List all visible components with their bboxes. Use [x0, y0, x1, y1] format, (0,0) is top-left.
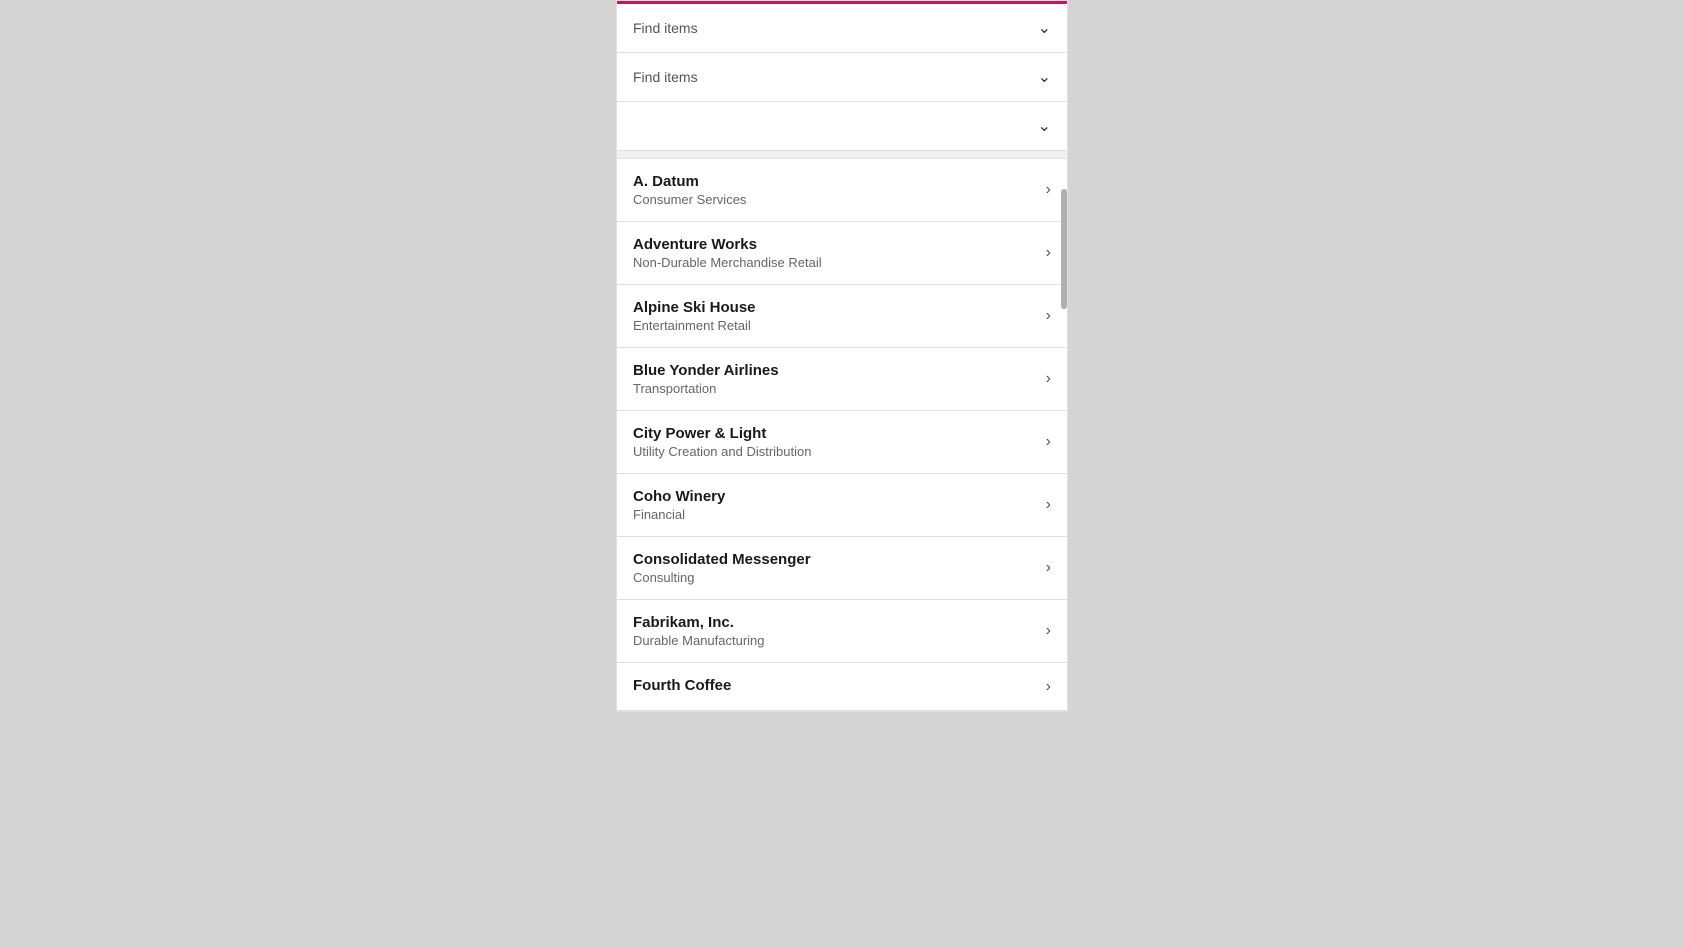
list-item-blue-yonder-airlines-content: Blue Yonder Airlines Transportation: [633, 362, 779, 396]
list-item-blue-yonder-airlines[interactable]: Blue Yonder Airlines Transportation ›: [617, 348, 1067, 411]
list-item-consolidated-messenger-content: Consolidated Messenger Consulting: [633, 551, 811, 585]
main-panel: Find items ⌄ Find items ⌄ ⌄ A. Datum Con…: [616, 0, 1068, 712]
list-item-adventure-works[interactable]: Adventure Works Non-Durable Merchandise …: [617, 222, 1067, 285]
chevron-right-icon-a-datum: ›: [1046, 181, 1051, 199]
list-item-fabrikam-content: Fabrikam, Inc. Durable Manufacturing: [633, 614, 765, 648]
list-item-consolidated-messenger-subtitle: Consulting: [633, 570, 811, 585]
list-item-blue-yonder-airlines-subtitle: Transportation: [633, 381, 779, 396]
list-item-city-power-light-name: City Power & Light: [633, 425, 811, 442]
list-item-alpine-ski-house[interactable]: Alpine Ski House Entertainment Retail ›: [617, 285, 1067, 348]
chevron-right-icon-fabrikam: ›: [1046, 622, 1051, 640]
list-item-a-datum-subtitle: Consumer Services: [633, 192, 746, 207]
list-item-city-power-light[interactable]: City Power & Light Utility Creation and …: [617, 411, 1067, 474]
chevron-right-icon-consolidated-messenger: ›: [1046, 559, 1051, 577]
chevron-right-icon-adventure-works: ›: [1046, 244, 1051, 262]
chevron-down-icon-3: ⌄: [1038, 116, 1051, 136]
list-item-coho-winery-name: Coho Winery: [633, 488, 725, 505]
list-item-coho-winery-subtitle: Financial: [633, 507, 725, 522]
find-items-dropdown-3[interactable]: ⌄: [617, 102, 1067, 151]
list-item-consolidated-messenger[interactable]: Consolidated Messenger Consulting ›: [617, 537, 1067, 600]
chevron-down-icon-1: ⌄: [1038, 18, 1051, 38]
list-item-fabrikam[interactable]: Fabrikam, Inc. Durable Manufacturing ›: [617, 600, 1067, 663]
list-item-adventure-works-name: Adventure Works: [633, 236, 822, 253]
find-items-dropdown-2[interactable]: Find items ⌄: [617, 53, 1067, 102]
find-items-dropdown-1[interactable]: Find items ⌄: [617, 4, 1067, 53]
list-item-adventure-works-subtitle: Non-Durable Merchandise Retail: [633, 255, 822, 270]
chevron-right-icon-alpine-ski-house: ›: [1046, 307, 1051, 325]
list-item-alpine-ski-house-name: Alpine Ski House: [633, 299, 756, 316]
list-item-fabrikam-name: Fabrikam, Inc.: [633, 614, 765, 631]
list-item-adventure-works-content: Adventure Works Non-Durable Merchandise …: [633, 236, 822, 270]
list-item-fabrikam-subtitle: Durable Manufacturing: [633, 633, 765, 648]
list-item-blue-yonder-airlines-name: Blue Yonder Airlines: [633, 362, 779, 379]
list-item-consolidated-messenger-name: Consolidated Messenger: [633, 551, 811, 568]
chevron-down-icon-2: ⌄: [1038, 67, 1051, 87]
scrollbar-thumb[interactable]: [1061, 189, 1067, 309]
list-item-fourth-coffee[interactable]: Fourth Coffee ›: [617, 663, 1067, 711]
chevron-right-icon-city-power-light: ›: [1046, 433, 1051, 451]
chevron-right-icon-fourth-coffee: ›: [1046, 678, 1051, 696]
list-item-fourth-coffee-name: Fourth Coffee: [633, 677, 731, 694]
list-item-a-datum[interactable]: A. Datum Consumer Services ›: [617, 159, 1067, 222]
list-item-city-power-light-subtitle: Utility Creation and Distribution: [633, 444, 811, 459]
chevron-right-icon-blue-yonder-airlines: ›: [1046, 370, 1051, 388]
chevron-right-icon-coho-winery: ›: [1046, 496, 1051, 514]
divider-space: [617, 151, 1067, 159]
list-item-a-datum-name: A. Datum: [633, 173, 746, 190]
list-item-city-power-light-content: City Power & Light Utility Creation and …: [633, 425, 811, 459]
list-item-alpine-ski-house-content: Alpine Ski House Entertainment Retail: [633, 299, 756, 333]
list-item-a-datum-content: A. Datum Consumer Services: [633, 173, 746, 207]
find-items-placeholder-2: Find items: [633, 69, 698, 85]
list-item-coho-winery[interactable]: Coho Winery Financial ›: [617, 474, 1067, 537]
find-items-placeholder-1: Find items: [633, 20, 698, 36]
list-item-alpine-ski-house-subtitle: Entertainment Retail: [633, 318, 756, 333]
list-item-coho-winery-content: Coho Winery Financial: [633, 488, 725, 522]
list-item-fourth-coffee-content: Fourth Coffee: [633, 677, 731, 696]
accounts-list: A. Datum Consumer Services › Adventure W…: [617, 159, 1067, 711]
